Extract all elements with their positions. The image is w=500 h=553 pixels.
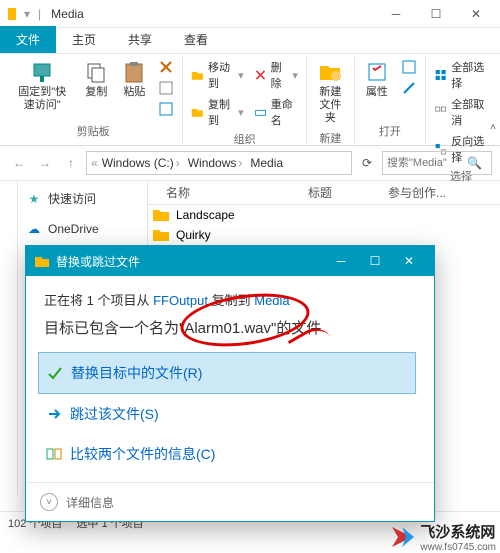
dialog-title: 替换或跳过文件 [56, 253, 140, 270]
move-to-button[interactable]: 移动到▾ [189, 58, 245, 92]
star-icon: ★ [26, 191, 42, 207]
properties-button[interactable]: 属性 [361, 58, 393, 101]
col-title[interactable]: 标题 [308, 184, 388, 201]
option-compare[interactable]: 比较两个文件的信息(C) [38, 434, 416, 474]
bc-seg-0[interactable]: Windows (C:)› [98, 156, 184, 170]
group-new-label: 新建 [313, 128, 348, 148]
path-icon [158, 80, 174, 96]
up-button[interactable]: ↑ [60, 152, 82, 174]
clipboard-sub-3[interactable] [156, 100, 176, 118]
dialog-line2: 目标已包含一个名为"Alarm01.wav"的文件 [44, 317, 416, 338]
new-folder-button[interactable]: 新建 文件夹 [313, 58, 348, 128]
qat-sep: | [38, 7, 41, 21]
folder-icon [152, 207, 170, 223]
edit-icon [401, 80, 417, 96]
tab-file[interactable]: 文件 [0, 26, 56, 53]
delete-icon [254, 67, 267, 83]
open-icon [401, 59, 417, 75]
copy-to-button[interactable]: 复制到▾ [189, 95, 245, 129]
maximize-button[interactable]: ☐ [416, 2, 456, 26]
shortcut-icon [158, 101, 174, 117]
dialog-maximize[interactable]: ☐ [358, 249, 392, 273]
search-icon: 🔍 [467, 156, 482, 170]
cut-icon [158, 59, 174, 75]
copyto-icon [191, 104, 204, 120]
select-none-button[interactable]: 全部取消 [432, 95, 490, 129]
details-label[interactable]: 详细信息 [66, 494, 114, 511]
item-name: Quirky [176, 228, 496, 242]
select-none-icon [434, 104, 447, 120]
col-name[interactable]: 名称 [148, 184, 308, 201]
select-all-button[interactable]: 全部选择 [432, 58, 490, 92]
refresh-button[interactable]: ⟳ [356, 156, 378, 170]
folder-icon [152, 227, 170, 243]
back-button[interactable]: ← [8, 152, 30, 174]
nav-onedrive[interactable]: ☁OneDrive [22, 218, 143, 240]
search-input[interactable] [387, 157, 467, 169]
move-icon [191, 67, 204, 83]
nav-quick-access[interactable]: ★快速访问 [22, 187, 143, 210]
copy-icon [84, 60, 108, 84]
qat-grip: ▾ [24, 7, 30, 21]
copy-button[interactable]: 复制 [80, 58, 112, 101]
rename-button[interactable]: 重命名 [252, 95, 300, 129]
list-item[interactable]: Quirky [148, 225, 500, 245]
bc-seg-2[interactable]: Media [246, 156, 287, 170]
dialog-src[interactable]: FFOutput [153, 293, 208, 308]
ribbon-collapse-button[interactable]: ˄ [490, 122, 496, 133]
dialog-close[interactable]: ✕ [392, 249, 426, 273]
check-icon [47, 365, 63, 381]
delete-button[interactable]: 删除▾ [252, 58, 300, 92]
select-all-icon [434, 67, 447, 83]
tree-toggle-strip [0, 181, 18, 495]
tab-view[interactable]: 查看 [168, 26, 224, 53]
dialog-line1: 正在将 1 个项目从 FFOutput 复制到 Media [44, 290, 416, 309]
group-organize-label: 组织 [189, 129, 300, 149]
clipboard-sub-2[interactable] [156, 79, 176, 97]
properties-icon [365, 60, 389, 84]
compare-icon [46, 446, 62, 462]
group-clipboard-label: 剪贴板 [10, 121, 176, 141]
folder-icon [8, 8, 16, 20]
tab-share[interactable]: 共享 [112, 26, 168, 53]
open-sub-2[interactable] [399, 79, 419, 97]
open-sub-1[interactable] [399, 58, 419, 76]
forward-button[interactable]: → [34, 152, 56, 174]
paste-icon [122, 60, 146, 84]
window-title: Media [51, 7, 376, 21]
replace-dialog: 替换或跳过文件 ─ ☐ ✕ 正在将 1 个项目从 FFOutput 复制到 Me… [25, 245, 435, 522]
minimize-button[interactable]: ─ [376, 2, 416, 26]
item-name: Landscape [176, 208, 496, 222]
option-replace[interactable]: 替换目标中的文件(R) [38, 352, 416, 394]
watermark: 飞沙系统网 www.fs0745.com [388, 521, 496, 553]
close-button[interactable]: ✕ [456, 2, 496, 26]
search-box[interactable]: 🔍 [382, 151, 492, 175]
paste-button[interactable]: 粘贴 [118, 58, 150, 101]
list-item[interactable]: Landscape [148, 205, 500, 225]
cloud-icon: ☁ [26, 221, 42, 237]
bc-seg-1[interactable]: Windows› [184, 156, 247, 170]
skip-icon [46, 406, 62, 422]
pin-to-quick-access[interactable]: 固定到"快速访问" [10, 58, 74, 114]
dialog-icon [34, 253, 50, 269]
new-folder-icon [318, 60, 342, 84]
rename-icon [254, 104, 267, 120]
dialog-minimize[interactable]: ─ [324, 249, 358, 273]
clipboard-sub-1[interactable] [156, 58, 176, 76]
col-contrib[interactable]: 参与创作... [388, 184, 500, 201]
watermark-logo [388, 523, 416, 551]
bc-root-chev[interactable]: « [91, 156, 98, 170]
details-toggle-icon[interactable]: ˅ [40, 493, 58, 511]
group-open-label: 打开 [361, 121, 419, 141]
tab-home[interactable]: 主页 [56, 26, 112, 53]
breadcrumb[interactable]: « Windows (C:)› Windows› Media [86, 151, 352, 175]
dialog-dst[interactable]: Media [254, 293, 289, 308]
option-skip[interactable]: 跳过该文件(S) [38, 394, 416, 434]
pin-icon [30, 60, 54, 84]
